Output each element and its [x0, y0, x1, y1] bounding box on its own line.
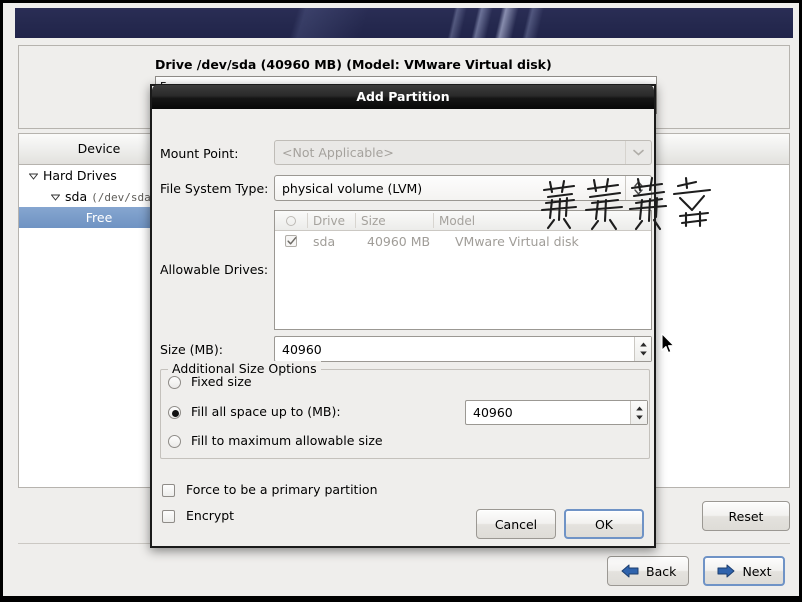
dialog-body: Mount Point: <Not Applicable> File Syste… — [152, 110, 654, 548]
cancel-button-label: Cancel — [494, 516, 538, 532]
drive-size: 40960 MB — [367, 234, 431, 249]
mount-point-label: Mount Point: — [160, 146, 239, 161]
size-value: 40960 — [282, 341, 322, 357]
filesystem-type-value: physical volume (LVM) — [282, 180, 423, 196]
dialog-title-bar: Add Partition — [152, 85, 654, 109]
drive-model: VMware Virtual disk — [455, 234, 579, 249]
select-all-circle-icon[interactable] — [286, 216, 296, 226]
size-label: Size (MB): — [160, 342, 223, 357]
expander-triangle-down-icon[interactable] — [51, 194, 60, 201]
size-input[interactable]: 40960 — [274, 336, 652, 362]
filesystem-type-label: File System Type: — [160, 181, 269, 196]
column-separator — [433, 213, 434, 228]
column-separator — [307, 213, 308, 228]
expander-triangle-down-icon[interactable] — [29, 173, 38, 180]
arrow-left-icon — [620, 563, 640, 579]
radio-fixed-size[interactable] — [168, 376, 181, 389]
drive-name: sda — [313, 234, 336, 249]
tree-row-label: Hard Drives — [43, 168, 117, 183]
fill-all-space-value: 40960 — [473, 405, 513, 420]
encrypt-label: Encrypt — [186, 508, 235, 523]
chevron-updown-icon[interactable] — [625, 176, 651, 200]
mount-point-value: <Not Applicable> — [282, 145, 394, 160]
back-button-label: Back — [646, 563, 677, 579]
ok-button[interactable]: OK — [564, 509, 644, 539]
column-header-drive[interactable]: Drive — [313, 214, 345, 228]
column-separator — [355, 213, 356, 228]
mount-point-combo[interactable]: <Not Applicable> — [274, 140, 652, 165]
radio-fill-all-space[interactable] — [168, 406, 181, 419]
tree-row-label: sda — [65, 189, 88, 204]
option-fixed-size[interactable]: Fixed size — [168, 374, 628, 394]
fill-all-space-input[interactable]: 40960 — [465, 400, 648, 425]
chevron-down-icon[interactable] — [625, 141, 651, 164]
dialog-button-row: Cancel OK — [476, 509, 644, 539]
force-primary-label: Force to be a primary partition — [186, 482, 378, 497]
next-button[interactable]: Next — [703, 556, 785, 586]
option-fill-all-space-label: Fill all space up to (MB): — [191, 404, 341, 419]
tree-row-device-path: (/dev/sda) — [91, 191, 158, 204]
add-partition-dialog: Add Partition Mount Point: <Not Applicab… — [150, 84, 656, 548]
option-fill-maximum[interactable]: Fill to maximum allowable size — [168, 433, 628, 453]
drive-checkbox[interactable] — [285, 235, 297, 247]
fill-all-space-stepper[interactable] — [630, 401, 647, 424]
size-stepper[interactable] — [634, 337, 651, 361]
radio-selected-dot — [172, 410, 179, 417]
allowable-drives-label: Allowable Drives: — [160, 262, 269, 277]
encrypt-checkbox[interactable] — [162, 510, 175, 523]
allowable-drives-header: Drive Size Model — [275, 211, 651, 231]
reset-button[interactable]: Reset — [702, 501, 790, 531]
filesystem-type-combo[interactable]: physical volume (LVM) — [274, 175, 652, 201]
option-fill-maximum-label: Fill to maximum allowable size — [191, 433, 383, 448]
cancel-button[interactable]: Cancel — [476, 509, 556, 539]
option-fixed-size-label: Fixed size — [191, 374, 252, 389]
next-button-label: Next — [742, 563, 772, 579]
column-header-model[interactable]: Model — [439, 214, 475, 228]
drive-title: Drive /dev/sda (40960 MB) (Model: VMware… — [155, 57, 552, 72]
installer-banner — [15, 8, 793, 38]
back-button[interactable]: Back — [607, 556, 690, 586]
navigation-row: Back Next — [607, 556, 785, 590]
allowable-drives-list[interactable]: Drive Size Model sda 40960 MB VMware Vir… — [274, 210, 652, 330]
force-primary-checkbox[interactable] — [162, 484, 175, 497]
ok-button-label: OK — [594, 516, 614, 532]
screen: Drive /dev/sda (40960 MB) (Model: VMware… — [0, 0, 802, 602]
dialog-title: Add Partition — [356, 89, 450, 104]
tree-row-label: Free — [85, 210, 113, 225]
arrow-right-icon — [716, 563, 736, 579]
radio-fill-maximum[interactable] — [168, 435, 181, 448]
reset-button-label: Reset — [728, 508, 764, 524]
drive-row[interactable]: sda 40960 MB VMware Virtual disk — [275, 231, 651, 253]
column-header-size[interactable]: Size — [361, 214, 386, 228]
